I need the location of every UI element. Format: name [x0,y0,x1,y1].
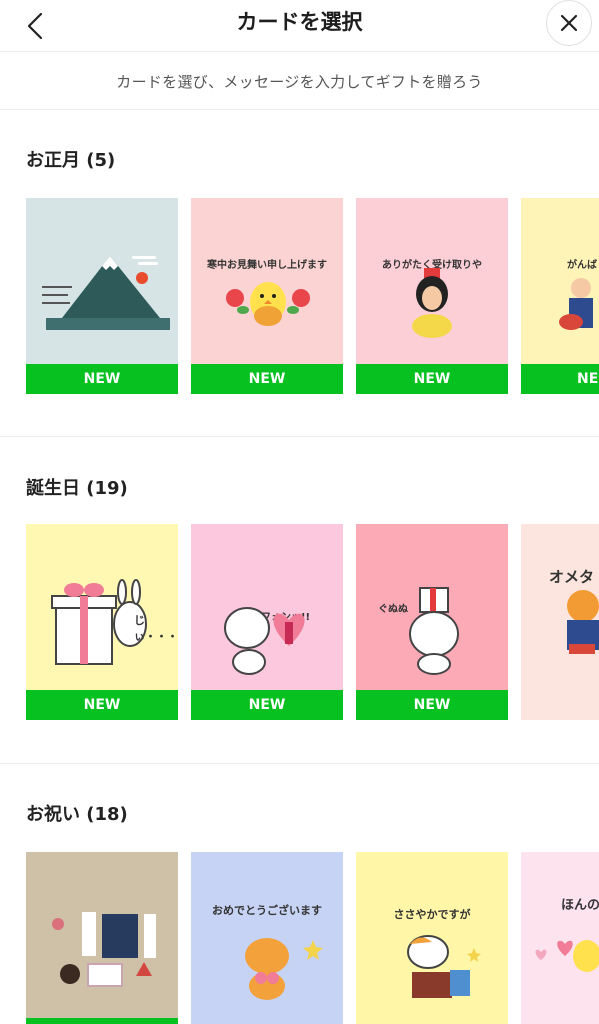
card-art: じぃ・・・ [26,524,178,690]
card-art: 寒中お見舞い申し上げます [191,198,343,364]
card-birthday-2[interactable]: フォンッ!! NEW [191,524,343,720]
close-icon [560,14,578,32]
gift-envelope-illustration [52,912,156,987]
card-birthday-4[interactable]: オメタ [521,524,599,720]
card-birthday-3[interactable]: ぐぬぬ NEW [356,524,508,720]
close-button[interactable] [546,0,592,46]
new-badge: NEW [356,690,508,720]
card-celebration-4[interactable]: ほんの [521,852,599,1024]
chick-illustration [226,282,310,326]
new-badge [26,1018,178,1024]
cat-gift-illustration [409,587,459,675]
mount-fuji-illustration [42,256,170,330]
card-birthday-1[interactable]: じぃ・・・ NEW [26,524,178,720]
card-art: ぐぬぬ [356,524,508,690]
new-badge: NE [521,364,599,394]
page-title: カードを選択 [236,10,363,34]
hearts-chick-illustration [535,940,599,972]
card-celebration-3[interactable]: ささやかですが [356,852,508,1024]
instruction-text: カードを選び、メッセージを入力してギフトを贈ろう [116,72,483,91]
new-badge: NEW [356,364,508,394]
character-illustration [559,278,593,330]
card-art: フォンッ!! [191,524,343,690]
section-divider [0,436,599,437]
card-new-year-1[interactable]: NEW [26,198,178,394]
card-new-year-4[interactable]: がんば NE [521,198,599,394]
card-art [26,852,178,1018]
tiger-illustration [567,590,599,654]
new-badge: NEW [191,690,343,720]
new-badge: NEW [26,690,178,720]
section-title-new-year: お正月 (5) [26,150,116,171]
new-badge: NEW [26,364,178,394]
section-title-birthday: 誕生日 (19) [26,478,128,499]
card-art: ささやかですが [356,852,508,1024]
card-art: ありがたく受け取りや [356,198,508,364]
card-celebration-1[interactable] [26,852,178,1024]
card-celebration-2[interactable]: おめでとうございます [191,852,343,1024]
section-divider [0,763,599,764]
bear-heart-illustration [224,607,305,675]
card-art [26,198,178,364]
card-new-year-3[interactable]: ありがたく受け取りや NEW [356,198,508,394]
card-art: がんば [521,198,599,364]
new-badge: NEW [191,364,343,394]
card-art: ほんの [521,852,599,1024]
card-new-year-2[interactable]: 寒中お見舞い申し上げます NEW [191,198,343,394]
instruction-bar: カードを選び、メッセージを入力してギフトを贈ろう [0,53,599,110]
cat-bouquet-illustration [245,938,323,1000]
woman-illustration [412,268,452,338]
header-bar: カードを選択 [0,0,599,52]
card-art: オメタ [521,524,599,720]
cat-gift-box-illustration [407,935,481,998]
card-caption: じぃ・・・ [134,614,178,643]
card-art: おめでとうございます [191,852,343,1024]
gift-rabbit-illustration [51,579,147,665]
section-title-celebration: お祝い (18) [26,804,128,825]
